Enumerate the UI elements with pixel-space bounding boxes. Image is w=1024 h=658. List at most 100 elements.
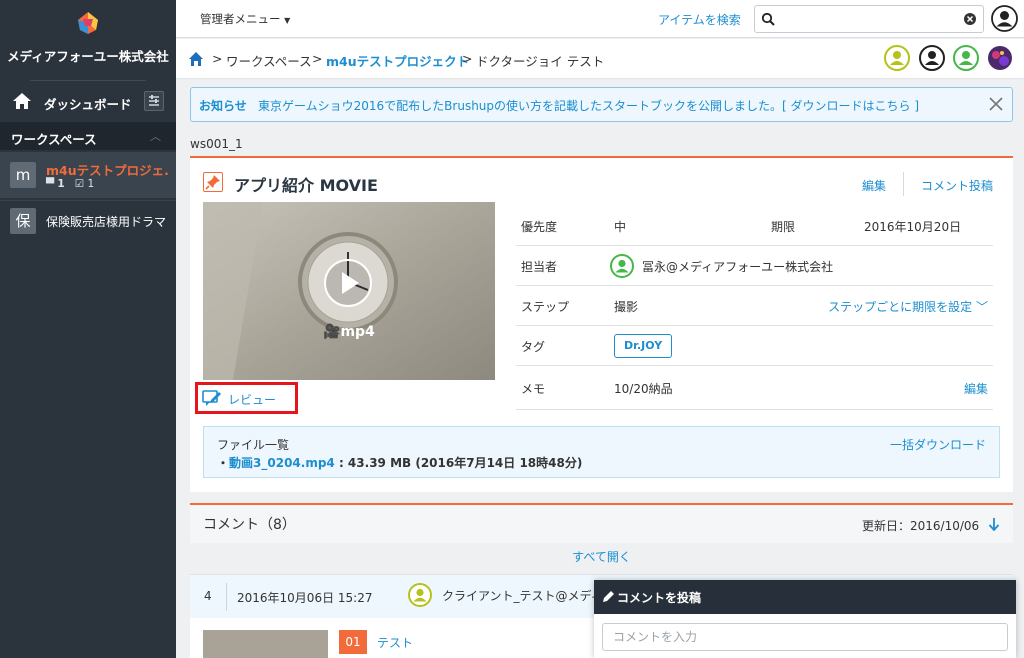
home-icon [13, 93, 31, 109]
priority-value: 中 [614, 220, 627, 234]
video-camera-icon: 🎥 [323, 324, 341, 340]
file-list: ファイル一覧 ・動画3_0204.mp4 : 43.39 MB (2016年7月… [203, 426, 1000, 478]
item-search-link[interactable]: アイテムを検索 [658, 11, 741, 28]
composer-title: コメントを投稿 [617, 591, 702, 605]
assignee-value: 冨永@メディアフォーユー株式会社 [642, 260, 834, 274]
member-avatar-icon[interactable] [884, 45, 910, 71]
breadcrumb-separator: > [212, 51, 223, 66]
search-box [754, 5, 984, 33]
file-name-link[interactable]: 動画3_0204.mp4 [229, 456, 335, 470]
step-label: ステップ [521, 300, 570, 314]
user-account-icon[interactable] [991, 5, 1018, 32]
member-avatar-icon[interactable] [919, 45, 945, 71]
post-comment-button[interactable]: コメント投稿 [921, 177, 993, 194]
breadcrumb-separator: > [312, 51, 323, 66]
comments-header: コメント（8） 更新日：2016/10/06 [190, 503, 1013, 543]
step-deadline-label: ステップごとに期限を設定 [828, 300, 973, 314]
sort-arrow-down-icon[interactable] [988, 517, 1000, 531]
memo-value: 10/20納品 [614, 382, 673, 396]
comment-thumbnail[interactable] [203, 630, 328, 658]
chevron-down-icon: ﹀ [975, 300, 988, 314]
divider [903, 172, 904, 196]
sidebar-item-project-m4u[interactable]: m m4uテストプロジェ... ▀ 1 ☑ 1 [0, 152, 176, 198]
comments-updated[interactable]: 更新日：2016/10/06 [862, 517, 979, 534]
file-list-header: ファイル一覧 [217, 438, 290, 452]
clear-search-icon[interactable] [963, 12, 977, 26]
review-button[interactable]: レビュー [195, 382, 298, 414]
workspace-section-header[interactable]: ワークスペース ︿ [0, 122, 176, 150]
pin-icon[interactable] [203, 172, 223, 192]
divider [226, 583, 227, 611]
file-info: : 43.39 MB (2016年7月14日 18時48分) [334, 456, 583, 470]
property-row-tag: タグ Dr.JOY [516, 326, 993, 366]
admin-menu-label: 管理者メニュー [200, 12, 281, 26]
play-icon[interactable] [323, 258, 373, 308]
search-input[interactable] [781, 10, 961, 28]
assignee-avatar-icon [610, 254, 634, 278]
task-count: 1 [87, 178, 95, 190]
close-icon[interactable] [989, 97, 1003, 111]
brushup-logo-icon[interactable] [74, 10, 102, 36]
search-icon [761, 12, 775, 26]
comment-count: 1 [57, 178, 65, 190]
item-card: アプリ紹介 MOVIE 編集 コメント投稿 🎥mp4 レビュー 優先度 中 期限… [190, 156, 1013, 492]
breadcrumb-workspace[interactable]: ワークスペース [226, 51, 312, 70]
dashboard-label: ダッシュボード [44, 97, 132, 112]
workspace-header-label: ワークスペース [11, 132, 97, 147]
item-title: アプリ紹介 MOVIE [234, 176, 378, 195]
breadcrumb: > ワークスペース > m4uテストプロジェクト > ドクタージョイ テスト [176, 39, 1024, 79]
priority-label: 優先度 [521, 220, 558, 234]
review-pen-icon [202, 390, 221, 406]
task-check-icon: ☑ [74, 178, 85, 190]
comment-author: クライアント_テスト@メディ [442, 589, 603, 603]
project-name: m4uテストプロジェ... [46, 163, 170, 178]
project-counts: ▀ 1 ☑ 1 [46, 178, 94, 190]
notice-message-link[interactable]: 東京ゲームショウ2016で配布したBrushupの使い方を記載したスタートブック… [258, 97, 919, 114]
edit-button[interactable]: 編集 [862, 177, 886, 194]
breadcrumb-project[interactable]: m4uテストプロジェクト [326, 51, 469, 70]
tag-label: タグ [521, 340, 546, 354]
download-all-button[interactable]: 一括ダウンロード [890, 436, 986, 453]
member-photo-avatar[interactable] [987, 45, 1013, 71]
commenter-avatar-icon [408, 583, 432, 607]
comment-number: 4 [204, 589, 212, 603]
notice-banner: お知らせ 東京ゲームショウ2016で配布したBrushupの使い方を記載したスタ… [190, 87, 1013, 122]
step-deadline-link[interactable]: ステップごとに期限を設定 ﹀ [828, 298, 988, 315]
expand-all-comments-button[interactable]: すべて開く [190, 548, 1013, 568]
project-badge: 保 [10, 208, 36, 234]
file-type-label: 🎥mp4 [323, 324, 375, 340]
video-thumbnail[interactable]: 🎥mp4 [203, 202, 495, 380]
caret-down-icon: ▼ [284, 16, 291, 25]
memo-edit-button[interactable]: 編集 [964, 380, 988, 397]
top-bar: 管理者メニュー ▼ アイテムを検索 [176, 0, 1024, 38]
composer-header[interactable]: コメントを投稿 [594, 580, 1016, 614]
file-type-text: mp4 [340, 324, 375, 340]
workspace-id: ws001_1 [190, 137, 243, 151]
sidebar-item-dashboard[interactable]: ダッシュボード [0, 86, 176, 118]
file-bullet: ・ [217, 456, 230, 470]
sidebar-item-project-insurance[interactable]: 保 保険販売店様用ドラマ [0, 200, 176, 240]
tag-chip[interactable]: Dr.JOY [614, 334, 673, 358]
review-label: レビュー [228, 393, 277, 407]
project-badge: m [10, 162, 36, 188]
pencil-icon [603, 591, 614, 602]
comment-date: 2016年10月06日 15:27 [237, 591, 373, 605]
property-row-step: ステップ 撮影 ステップごとに期限を設定 ﹀ [516, 286, 993, 326]
admin-menu-dropdown[interactable]: 管理者メニュー ▼ [200, 11, 290, 27]
due-value: 2016年10月20日 [864, 220, 962, 234]
assignee-label: 担当者 [521, 260, 558, 274]
comment-input[interactable] [602, 623, 1008, 651]
item-properties: 優先度 中 期限 2016年10月20日 担当者 冨永@メディアフォーユー株式会… [516, 206, 993, 410]
chevron-up-icon[interactable]: ︿ [150, 128, 161, 144]
due-label: 期限 [771, 220, 796, 234]
file-entry: ・動画3_0204.mp4 : 43.39 MB (2016年7月14日 18時… [217, 454, 582, 471]
member-avatar-icon[interactable] [953, 45, 979, 71]
home-icon[interactable] [188, 51, 204, 67]
company-name: メディアフォーユー株式会社 [7, 49, 169, 64]
sidebar: メディアフォーユー株式会社 ダッシュボード ワークスペース ︿ m m4uテスト… [0, 0, 176, 658]
notice-title: お知らせ [199, 99, 247, 113]
filter-settings-icon[interactable] [144, 91, 164, 111]
step-name-link[interactable]: テスト [377, 634, 413, 651]
step-value: 撮影 [614, 300, 639, 314]
comment-count-icon: ▀ [46, 178, 55, 190]
